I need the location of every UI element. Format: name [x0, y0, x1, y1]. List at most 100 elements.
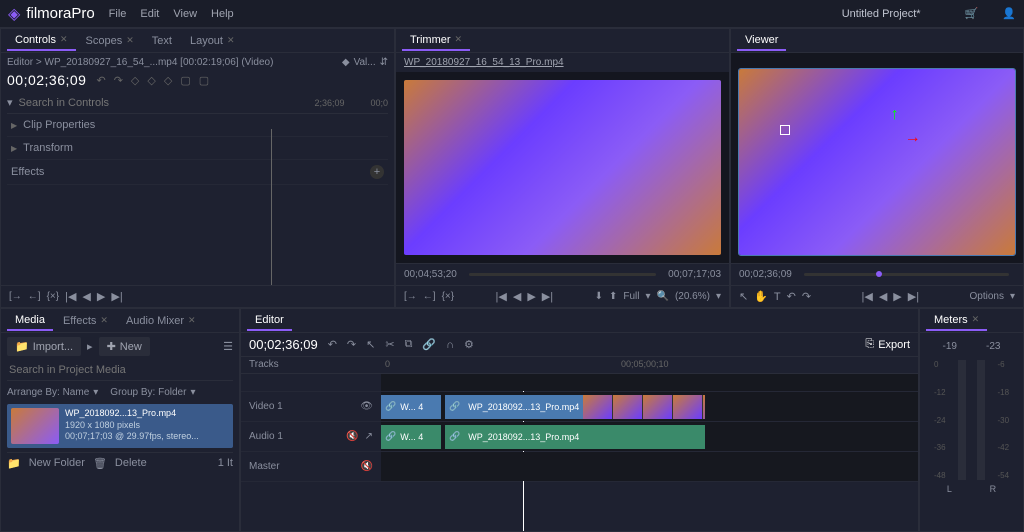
video-clip-2[interactable]: 🔗WP_2018092...13_Pro.mp4 — [445, 395, 705, 419]
tab-meters[interactable]: Meters✕ — [926, 311, 987, 331]
solo-icon[interactable]: ↗ — [365, 431, 373, 442]
tab-controls[interactable]: Controls✕ — [7, 31, 76, 51]
trimmer-preview[interactable] — [396, 72, 729, 263]
redo-icon[interactable]: ↷ — [114, 74, 123, 87]
diamond-icon[interactable]: ◇ — [147, 74, 155, 87]
in-bracket-icon[interactable]: [→ — [9, 291, 22, 302]
sliders-icon[interactable]: ⇵ — [380, 57, 388, 68]
prop-clip-properties[interactable]: ▶Clip Properties — [7, 114, 388, 137]
close-icon[interactable]: ✕ — [972, 314, 980, 325]
controls-search-input[interactable] — [19, 97, 309, 109]
cart-icon[interactable]: 🛒 — [965, 7, 979, 20]
media-clip-item[interactable]: WP_2018092...13_Pro.mp4 1920 x 1080 pixe… — [7, 404, 233, 448]
controls-timecode[interactable]: 00;02;36;09 — [7, 72, 86, 88]
skip-start-icon[interactable]: |◀ — [496, 290, 507, 303]
arrange-by-dropdown[interactable]: Arrange By: Name — [7, 387, 89, 398]
redo-icon[interactable]: ↷ — [802, 290, 811, 303]
chevron-down-icon[interactable]: ▾ — [1010, 291, 1015, 302]
zoom-pct[interactable]: (20.6%) — [675, 291, 710, 302]
group-by-dropdown[interactable]: Group By: Folder — [110, 387, 186, 398]
prop-transform[interactable]: ▶Transform — [7, 137, 388, 160]
playhead-line[interactable] — [271, 129, 272, 285]
close-icon[interactable]: ✕ — [126, 35, 134, 46]
insert-icon[interactable]: ⬇ — [595, 291, 603, 302]
audio-clip-1[interactable]: 🔗W... 4 — [381, 425, 441, 449]
razor-tool-icon[interactable]: ✂ — [385, 338, 394, 351]
link-icon[interactable]: 🔗 — [422, 338, 436, 351]
trimmer-tc-left[interactable]: 00;04;53;20 — [404, 269, 457, 280]
import-button[interactable]: 📁Import... — [7, 337, 81, 356]
chevron-down-icon[interactable]: ▾ — [190, 387, 195, 398]
gear-icon[interactable]: ⚙ — [464, 338, 474, 351]
clear-bracket-icon[interactable]: {×} — [47, 291, 60, 302]
y-axis-arrow-icon[interactable]: ↑ — [891, 106, 899, 124]
audio-track-header[interactable]: Audio 1🔇↗ — [241, 422, 381, 451]
viewer-timecode[interactable]: 00;02;36;09 — [739, 269, 792, 280]
play-icon[interactable]: ▶ — [893, 290, 901, 303]
menu-edit[interactable]: Edit — [140, 8, 159, 20]
options-dropdown[interactable]: Options — [970, 291, 1004, 302]
play-icon[interactable]: ▶ — [97, 290, 105, 303]
close-icon[interactable]: ✕ — [100, 315, 108, 326]
media-search-input[interactable] — [7, 360, 233, 381]
eye-icon[interactable]: 👁 — [360, 401, 373, 412]
mute-icon[interactable]: 🔇 — [361, 461, 373, 472]
trimmer-filename[interactable]: WP_20180927_16_54_13_Pro.mp4 — [396, 53, 729, 72]
close-icon[interactable]: ✕ — [227, 35, 235, 46]
out-bracket-icon[interactable]: ←] — [423, 291, 436, 302]
tab-trimmer[interactable]: Trimmer✕ — [402, 31, 470, 51]
editor-timecode[interactable]: 00;02;36;09 — [249, 337, 318, 352]
export-button[interactable]: ⎘Export — [865, 338, 910, 351]
menu-view[interactable]: View — [173, 8, 197, 20]
audio-clip-2[interactable]: 🔗WP_2018092...13_Pro.mp4 — [445, 425, 705, 449]
zoom-label[interactable]: Full — [623, 291, 639, 302]
pointer-tool-icon[interactable]: ↖ — [366, 338, 375, 351]
chevron-right-icon[interactable]: ▸ — [87, 340, 93, 353]
diamond-icon[interactable]: ◇ — [164, 74, 172, 87]
video-track-header[interactable]: Video 1👁 — [241, 392, 381, 421]
chevron-down-icon[interactable]: ▾ — [716, 291, 721, 302]
chevron-down-icon[interactable]: ▾ — [645, 291, 650, 302]
prev-frame-icon[interactable]: ◀ — [879, 290, 887, 303]
out-bracket-icon[interactable]: ←] — [28, 291, 41, 302]
square-icon[interactable]: ▢ — [199, 74, 209, 87]
master-track-header[interactable]: Master🔇 — [241, 452, 381, 481]
square-icon[interactable]: ▢ — [180, 74, 190, 87]
skip-end-icon[interactable]: ▶| — [111, 290, 122, 303]
redo-icon[interactable]: ↷ — [347, 338, 356, 351]
mute-icon[interactable]: 🔇 — [346, 431, 358, 442]
timeline-ruler[interactable]: 0 00;05;00;10 — [381, 357, 918, 373]
keyframe-icon[interactable]: ◆ — [342, 57, 350, 68]
x-axis-arrow-icon[interactable]: → — [905, 129, 921, 147]
viewer-preview[interactable]: ↑ → — [731, 53, 1023, 263]
hand-icon[interactable]: ✋ — [754, 290, 768, 303]
tab-text[interactable]: Text — [144, 32, 180, 50]
close-icon[interactable]: ✕ — [60, 34, 68, 45]
overwrite-icon[interactable]: ⬆ — [609, 291, 617, 302]
clear-bracket-icon[interactable]: {×} — [442, 291, 455, 302]
plus-icon[interactable]: + — [370, 165, 384, 179]
skip-start-icon[interactable]: |◀ — [65, 290, 76, 303]
snap-icon[interactable]: ⧉ — [405, 338, 413, 351]
trimmer-tc-right[interactable]: 00;07;17;03 — [668, 269, 721, 280]
user-icon[interactable]: 👤 — [1002, 7, 1016, 20]
in-bracket-icon[interactable]: [→ — [404, 291, 417, 302]
tab-audio-mixer[interactable]: Audio Mixer✕ — [118, 312, 204, 330]
undo-icon[interactable]: ↶ — [96, 74, 105, 87]
tab-media[interactable]: Media — [7, 311, 53, 331]
prev-frame-icon[interactable]: ◀ — [82, 290, 90, 303]
menu-file[interactable]: File — [109, 8, 127, 20]
list-view-icon[interactable]: ☰ — [223, 340, 233, 353]
pointer-icon[interactable]: ↖ — [739, 290, 748, 303]
close-icon[interactable]: ✕ — [188, 315, 196, 326]
text-icon[interactable]: T — [774, 291, 781, 303]
magnet-icon[interactable]: ∩ — [446, 339, 454, 351]
tab-effects[interactable]: Effects✕ — [55, 312, 116, 330]
skip-end-icon[interactable]: ▶| — [908, 290, 919, 303]
skip-start-icon[interactable]: |◀ — [862, 290, 873, 303]
prev-frame-icon[interactable]: ◀ — [513, 290, 521, 303]
menu-help[interactable]: Help — [211, 8, 234, 20]
new-button[interactable]: ✚New — [99, 337, 150, 356]
prop-effects[interactable]: Effects+ — [7, 160, 388, 185]
tab-layout[interactable]: Layout✕ — [182, 32, 243, 50]
